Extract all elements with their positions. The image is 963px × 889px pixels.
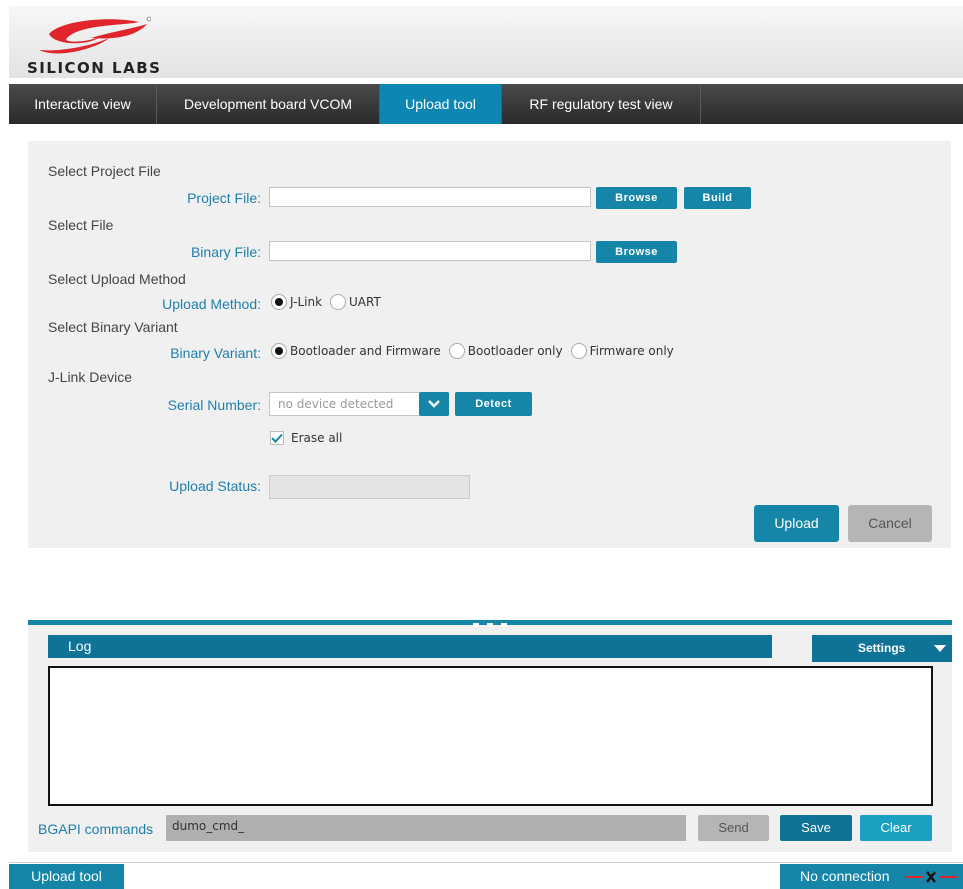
radio-firmware-only-label: Firmware only <box>589 344 674 358</box>
radio-bootloader-only-label: Bootloader only <box>467 344 563 358</box>
connection-status: No connection <box>780 864 963 889</box>
caret-down-icon <box>934 645 946 652</box>
save-button[interactable]: Save <box>780 815 852 841</box>
cancel-button[interactable]: Cancel <box>848 505 932 542</box>
current-tool-status: Upload tool <box>9 864 124 889</box>
tab-bar: Interactive view Development board VCOM … <box>9 84 963 124</box>
upload-panel: Select Project File Project File: Browse… <box>28 141 951 548</box>
app-header: SILICON LABS <box>9 6 963 78</box>
disconnected-icon <box>905 871 957 883</box>
binary-file-label: Binary File: <box>190 244 261 260</box>
panel-splitter[interactable] <box>28 620 952 627</box>
radio-bootloader-and-firmware-label: Bootloader and Firmware <box>290 344 441 358</box>
project-section-title: Select Project File <box>48 163 161 179</box>
erase-all-checkbox[interactable] <box>270 431 284 445</box>
tab-interactive-view[interactable]: Interactive view <box>9 84 157 124</box>
settings-dropdown[interactable]: Settings <box>812 635 952 662</box>
project-file-input[interactable] <box>269 187 591 207</box>
silicon-labs-logo: SILICON LABS <box>23 16 163 77</box>
binary-file-input[interactable] <box>269 241 591 261</box>
variant-section-title: Select Binary Variant <box>48 319 178 335</box>
log-header: Log <box>48 635 772 658</box>
settings-label: Settings <box>858 641 906 655</box>
bgapi-commands-label: BGAPI commands <box>38 821 154 837</box>
binary-variant-group: Bootloader and Firmware Bootloader only … <box>269 343 680 359</box>
erase-all-label: Erase all <box>291 431 343 445</box>
binary-browse-button[interactable]: Browse <box>596 241 677 263</box>
clear-button[interactable]: Clear <box>860 815 932 841</box>
radio-uart-label: UART <box>349 295 381 309</box>
tab-rf-regulatory-test-view[interactable]: RF regulatory test view <box>502 84 701 124</box>
radio-jlink-label: J-Link <box>290 295 323 309</box>
upload-method-label: Upload Method: <box>162 296 261 312</box>
tab-development-board-vcom[interactable]: Development board VCOM <box>157 84 380 124</box>
serial-number-label: Serial Number: <box>167 397 261 413</box>
tab-upload-tool[interactable]: Upload tool <box>380 84 502 124</box>
upload-status-field <box>269 475 470 499</box>
chevron-down-icon[interactable] <box>419 392 449 416</box>
log-panel: Log Settings BGAPI commands dumo_cmd_ Se… <box>28 620 952 852</box>
upload-status-label: Upload Status: <box>169 478 261 494</box>
project-file-label: Project File: <box>187 190 261 206</box>
erase-all-option: Erase all <box>270 431 342 445</box>
brand-name: SILICON LABS <box>27 59 162 77</box>
radio-jlink[interactable] <box>271 294 287 310</box>
binary-variant-label: Binary Variant: <box>170 345 261 361</box>
serial-number-value: no device detected <box>278 397 394 411</box>
project-browse-button[interactable]: Browse <box>596 187 677 209</box>
serial-number-select[interactable]: no device detected <box>269 392 449 416</box>
build-button[interactable]: Build <box>684 187 751 209</box>
send-button[interactable]: Send <box>698 815 769 841</box>
log-output[interactable] <box>48 666 933 806</box>
upload-method-group: J-Link UART <box>269 294 387 310</box>
jlink-section-title: J-Link Device <box>48 369 133 385</box>
connection-status-text: No connection <box>800 868 890 884</box>
upload-button[interactable]: Upload <box>754 505 839 542</box>
splitter-grip-icon <box>473 623 507 627</box>
bgapi-command-input[interactable]: dumo_cmd_ <box>166 815 686 841</box>
radio-firmware-only[interactable] <box>570 343 587 359</box>
file-section-title: Select File <box>48 217 114 233</box>
radio-uart[interactable] <box>330 294 347 310</box>
status-bar: Upload tool No connection <box>9 862 963 889</box>
radio-bootloader-only[interactable] <box>448 343 465 359</box>
detect-button[interactable]: Detect <box>455 392 532 416</box>
method-section-title: Select Upload Method <box>48 271 186 287</box>
checkmark-icon <box>271 433 283 443</box>
radio-bootloader-and-firmware[interactable] <box>271 343 287 359</box>
